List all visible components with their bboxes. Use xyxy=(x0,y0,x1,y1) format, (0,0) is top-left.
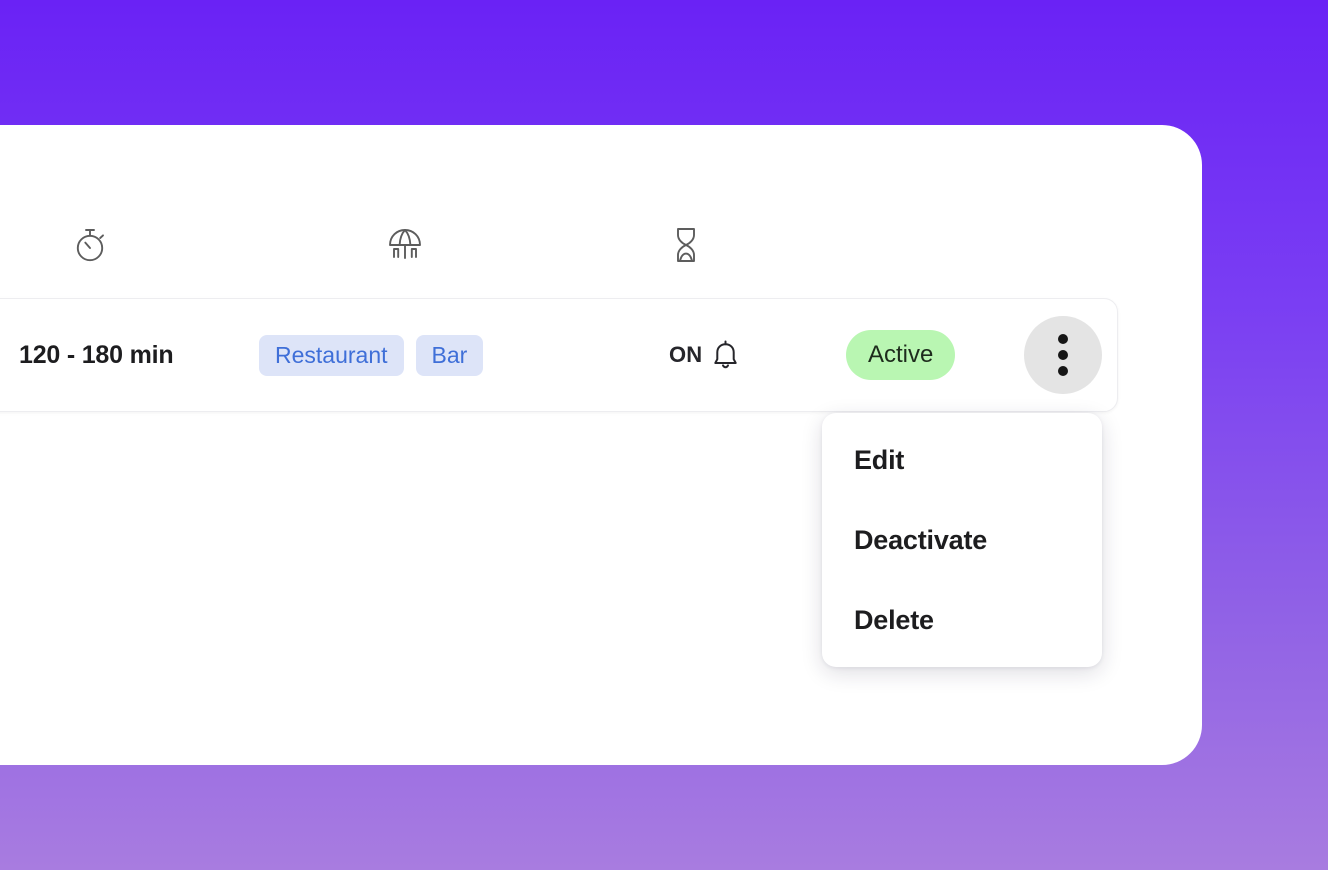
app-background: 120 - 180 min Restaurant Bar ON Active E… xyxy=(0,0,1328,870)
tag-chip-bar[interactable]: Bar xyxy=(415,334,484,376)
bell-icon xyxy=(712,340,739,370)
status-cell: Active xyxy=(846,299,956,411)
actions-cell xyxy=(1024,299,1102,411)
kebab-dot-1 xyxy=(1058,334,1068,344)
beach-umbrella-icon xyxy=(381,205,429,285)
stopwatch-icon xyxy=(67,205,115,285)
notification-cell[interactable]: ON xyxy=(669,299,739,411)
status-badge: Active xyxy=(846,330,956,380)
tags-cell: Restaurant Bar xyxy=(259,299,484,411)
row-actions-dropdown[interactable]: Edit Deactivate Delete xyxy=(822,413,1102,667)
menu-item-deactivate[interactable]: Deactivate xyxy=(822,500,1102,580)
kebab-dot-2 xyxy=(1058,350,1068,360)
column-header-icons xyxy=(0,205,1202,285)
table-row[interactable]: 120 - 180 min Restaurant Bar ON Active xyxy=(0,298,1118,412)
menu-item-delete[interactable]: Delete xyxy=(822,580,1102,660)
tag-chip-restaurant[interactable]: Restaurant xyxy=(259,334,404,376)
duration-cell: 120 - 180 min xyxy=(19,299,174,411)
kebab-menu-icon[interactable] xyxy=(1024,316,1102,394)
kebab-dot-3 xyxy=(1058,366,1068,376)
hourglass-icon xyxy=(662,205,710,285)
menu-item-edit[interactable]: Edit xyxy=(822,420,1102,500)
duration-value: 120 - 180 min xyxy=(19,340,174,369)
notification-state-label: ON xyxy=(669,342,703,367)
